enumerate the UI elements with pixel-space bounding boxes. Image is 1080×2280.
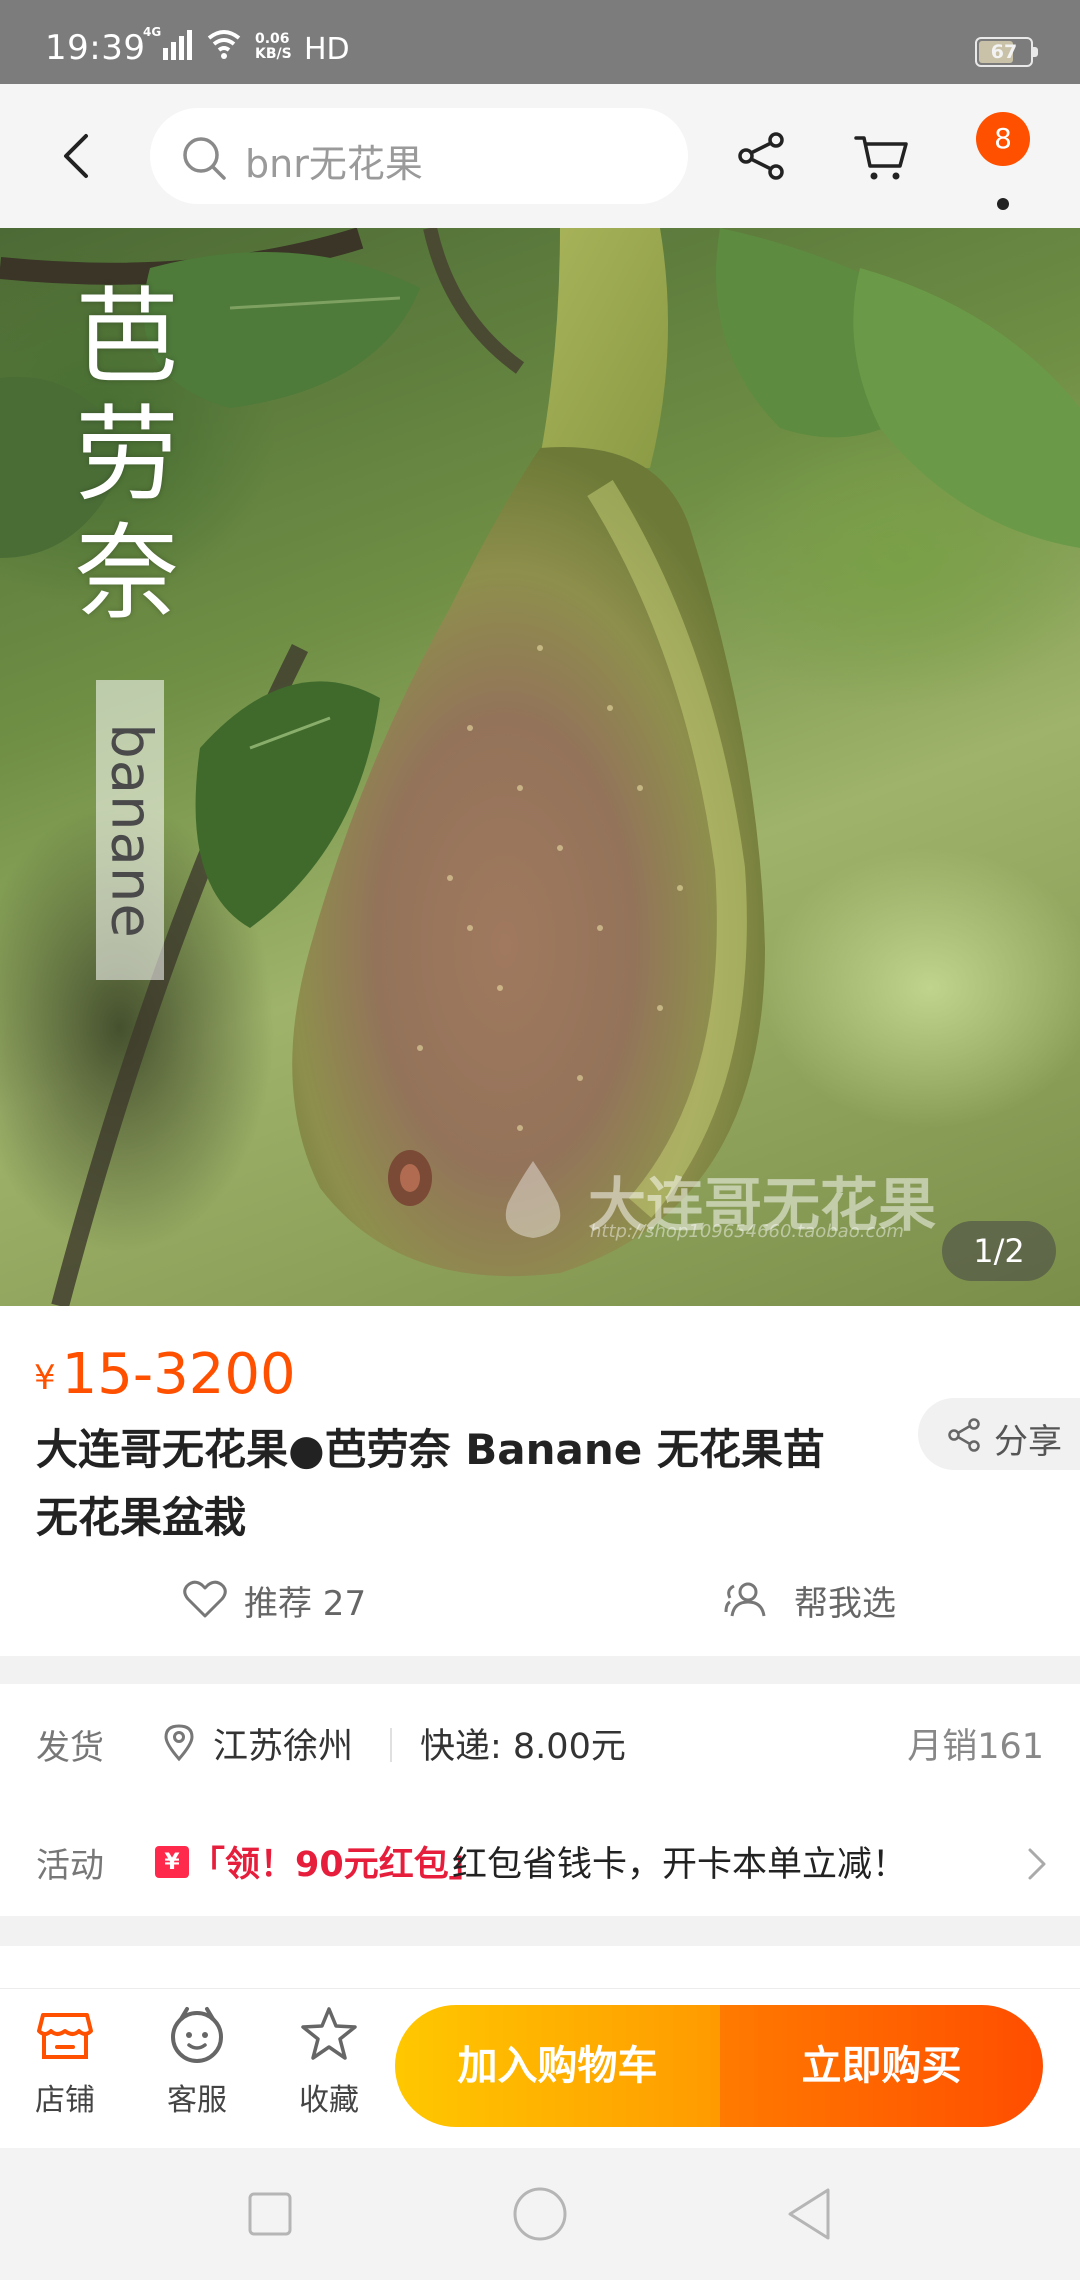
product-price: ¥15-3200 (34, 1342, 296, 1407)
activity-label: 活动 (36, 1846, 104, 1886)
red-packet-icon: ¥ (155, 1846, 189, 1878)
activity-description[interactable]: 红包省钱卡，开卡本单立减！ (452, 1836, 907, 1887)
currency-symbol: ¥ (34, 1358, 56, 1398)
monthly-sales: 月销161 (907, 1727, 1044, 1767)
battery-level: 67 (990, 41, 1018, 63)
people-icon (724, 1582, 766, 1617)
share-icon (948, 1418, 980, 1452)
location-pin-icon (164, 1724, 194, 1762)
search-input-text[interactable]: bnr无花果 (245, 133, 423, 188)
signal-wifi-icons: 4G (143, 22, 253, 70)
cart-icon (854, 136, 908, 180)
network-type-label: 4G (143, 25, 161, 39)
watermark-logo-icon (505, 1161, 561, 1238)
speed-value: 0.06 (255, 31, 290, 47)
square-icon[interactable] (240, 2184, 300, 2244)
help-me-choose-label: 帮我选 (794, 1584, 896, 1624)
status-time: 19:39 (45, 28, 146, 68)
network-speed: 0.06 KB/S (255, 32, 292, 62)
activity-promo[interactable]: 「领！90元红包」 (190, 1836, 484, 1887)
search-icon (183, 137, 226, 180)
search-box[interactable]: bnr无花果 (150, 108, 688, 204)
shipping-fee: 快递: 8.00元 (420, 1727, 626, 1767)
ship-location: 江苏徐州 (213, 1727, 354, 1767)
status-bar: 19:39 4G 0.06 KB/S HD 67 (0, 0, 1080, 84)
product-image-carousel[interactable]: 芭劳奈 banane 大连哥无花果 http://shop109654660.t… (0, 228, 1080, 1306)
store-label: 店铺 (35, 2083, 95, 2118)
product-detail-page: 19:39 4G 0.06 KB/S HD 67 bnr无花果 8 芭劳奈 ba… (0, 0, 1080, 2280)
cart-button[interactable] (852, 126, 912, 186)
ship-divider (390, 1728, 392, 1762)
more-button[interactable]: 8 (968, 112, 1038, 212)
battery-icon: 67 (975, 37, 1038, 67)
top-nav: bnr无花果 8 (0, 84, 1080, 228)
chevron-right-icon[interactable] (1022, 1844, 1052, 1884)
customer-service-button[interactable]: 客服 (147, 2005, 247, 2135)
carousel-page-indicator: 1/2 (942, 1221, 1056, 1281)
more-dot-icon (997, 198, 1009, 210)
image-watermark-url: http://shop109654660.taobao.com (590, 1221, 904, 1242)
bottom-action-bar: 店铺 客服 收藏 加入购物车 立即购买 (0, 1988, 1080, 2148)
add-to-cart-button[interactable]: 加入购物车 (395, 2005, 720, 2127)
share-pill-button[interactable]: 分享 (918, 1398, 1080, 1470)
buy-now-button[interactable]: 立即购买 (720, 2005, 1043, 2127)
hero-title-chinese: 芭劳奈 (74, 276, 179, 634)
favorite-label: 收藏 (299, 2083, 359, 2118)
circle-icon[interactable] (510, 2184, 570, 2244)
store-button[interactable]: 店铺 (15, 2005, 115, 2135)
notification-badge: 8 (976, 112, 1030, 166)
system-navigation-bar (0, 2148, 1080, 2280)
heart-icon (183, 1580, 227, 1618)
red-packet-icon-symbol: ¥ (164, 1850, 180, 1875)
speed-unit: KB/S (255, 46, 292, 62)
share-label: 分享 (994, 1422, 1062, 1462)
share-icon (738, 132, 784, 180)
hero-title-english: banane (98, 723, 164, 939)
customer-service-icon (171, 2007, 223, 2063)
price-value: 15-3200 (61, 1342, 296, 1407)
shipping-activity-section: 发货 江苏徐州 快递: 8.00元 月销161 活动 ¥ 「领！90元红包」 红… (0, 1684, 1080, 1916)
product-title: 大连哥无花果●芭劳奈 Banane 无花果苗 无花果盆栽 (36, 1425, 825, 1542)
product-info-section: ¥15-3200 大连哥无花果●芭劳奈 Banane 无花果苗 无花果盆栽 分享… (0, 1306, 1080, 1656)
hd-indicator: HD (304, 32, 350, 67)
recommend-label: 推荐 27 (244, 1584, 367, 1624)
triangle-back-icon[interactable] (780, 2184, 840, 2244)
ship-label: 发货 (36, 1728, 104, 1768)
back-arrow-icon (64, 134, 88, 178)
favorite-button[interactable]: 收藏 (279, 2005, 379, 2135)
star-icon (301, 2007, 357, 2060)
signal-icon: 4G (143, 25, 241, 60)
customer-service-label: 客服 (167, 2083, 227, 2118)
share-button[interactable] (732, 126, 792, 186)
store-icon (37, 2013, 93, 2059)
back-button[interactable] (48, 124, 108, 188)
